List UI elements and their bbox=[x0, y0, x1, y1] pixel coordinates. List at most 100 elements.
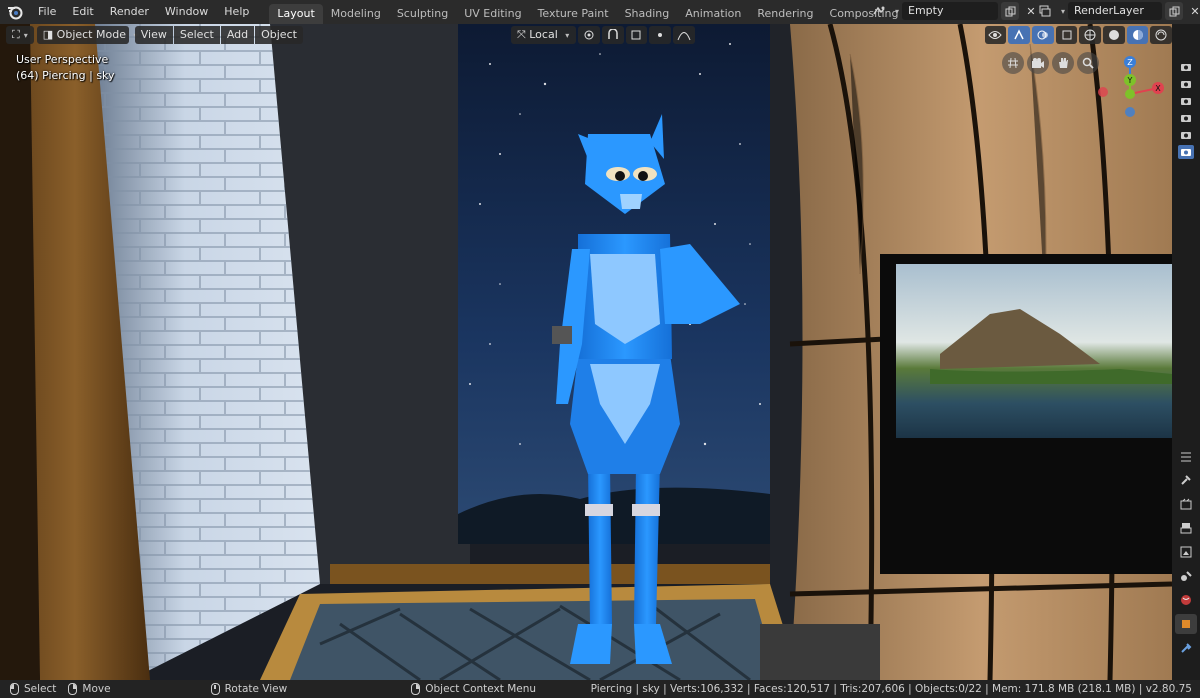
solid-shading-icon[interactable] bbox=[1103, 26, 1125, 44]
menu-render[interactable]: Render bbox=[102, 0, 157, 24]
mouse-right-icon bbox=[411, 683, 421, 695]
tab-layout[interactable]: Layout bbox=[269, 4, 323, 24]
camera-view-icon[interactable] bbox=[1027, 52, 1049, 74]
properties-tabs bbox=[1172, 446, 1200, 658]
mouse-middle-icon bbox=[210, 683, 220, 695]
menu-edit[interactable]: Edit bbox=[64, 0, 101, 24]
editor-type-button[interactable]: ⛶ ▾ bbox=[6, 26, 34, 44]
object-menu[interactable]: Object bbox=[255, 26, 303, 44]
tab-texture-paint[interactable]: Texture Paint bbox=[530, 4, 617, 24]
tab-animation[interactable]: Animation bbox=[677, 4, 749, 24]
chevron-down-icon: ▾ bbox=[895, 6, 900, 16]
rendered-shading-icon[interactable] bbox=[1150, 26, 1172, 44]
toggle-perspective-icon[interactable] bbox=[1002, 52, 1024, 74]
editor-type-icon: ⛶ bbox=[12, 28, 20, 41]
orientation-icon: ⤧ bbox=[516, 28, 526, 41]
output-properties-icon[interactable] bbox=[1175, 518, 1197, 538]
transform-orientation-label: Local bbox=[529, 28, 558, 41]
camera-icon[interactable] bbox=[1178, 60, 1194, 74]
status-select-label: Select bbox=[24, 683, 57, 695]
scene-statistics: Piercing | sky | Verts:106,332 | Faces:1… bbox=[590, 683, 1192, 695]
copy-view-layer-icon[interactable] bbox=[1165, 2, 1184, 20]
add-menu[interactable]: Add bbox=[220, 26, 255, 44]
mode-dropdown[interactable]: ◨ Object Mode ▾ bbox=[36, 26, 137, 44]
mode-label: Object Mode bbox=[56, 28, 126, 41]
view-layer-icon[interactable] bbox=[1036, 2, 1054, 20]
camera-icon-active[interactable] bbox=[1178, 145, 1194, 159]
status-rotate: Rotate View bbox=[210, 683, 288, 695]
snap-icon[interactable] bbox=[601, 26, 624, 44]
active-tool-icon[interactable] bbox=[1175, 470, 1197, 490]
status-context: Object Context Menu bbox=[411, 683, 536, 695]
navigation-gizmo[interactable]: Z Y X bbox=[1090, 52, 1170, 142]
view-menu[interactable]: View bbox=[134, 26, 173, 44]
pan-hand-icon[interactable] bbox=[1052, 52, 1074, 74]
xray-toggle-icon[interactable] bbox=[1055, 26, 1078, 44]
gizmo-z-label: Z bbox=[1127, 58, 1133, 67]
view-layer-selector: ▾ RenderLayer ✕ bbox=[1036, 2, 1200, 20]
close-view-layer-icon[interactable]: ✕ bbox=[1186, 2, 1200, 20]
tab-rendering[interactable]: Rendering bbox=[749, 4, 821, 24]
tab-shading[interactable]: Shading bbox=[617, 4, 678, 24]
pivot-point-icon[interactable] bbox=[578, 26, 600, 44]
camera-icon[interactable] bbox=[1178, 94, 1194, 108]
falloff-icon[interactable] bbox=[672, 26, 695, 44]
chevron-down-icon: ▾ bbox=[1061, 6, 1066, 16]
status-bar: Select Move Rotate View Object Context M… bbox=[0, 680, 1200, 698]
status-select: Select bbox=[10, 683, 56, 695]
menu-help[interactable]: Help bbox=[216, 0, 257, 24]
mouse-right-icon bbox=[68, 683, 78, 695]
tab-modeling[interactable]: Modeling bbox=[323, 4, 389, 24]
gizmo-neg-z-axis[interactable] bbox=[1125, 107, 1135, 117]
gizmo-x-label: X bbox=[1155, 84, 1161, 93]
scene-selector: ▾ Empty ✕ bbox=[870, 2, 1040, 20]
gizmo-neg-x-axis[interactable] bbox=[1098, 87, 1108, 97]
menu-file[interactable]: File bbox=[30, 0, 64, 24]
camera-icon[interactable] bbox=[1178, 77, 1194, 91]
material-shading-icon[interactable] bbox=[1126, 26, 1149, 44]
view-layer-properties-icon[interactable] bbox=[1175, 542, 1197, 562]
mouse-left-icon bbox=[10, 683, 19, 695]
camera-icon[interactable] bbox=[1178, 111, 1194, 125]
snap-element-icon[interactable] bbox=[625, 26, 648, 44]
chevron-down-icon: ▾ bbox=[565, 31, 570, 40]
scene-render bbox=[0, 24, 1172, 680]
tab-uv-editing[interactable]: UV Editing bbox=[456, 4, 529, 24]
view-layer-field[interactable]: RenderLayer bbox=[1068, 2, 1163, 20]
overlays-toggle-icon[interactable] bbox=[1031, 26, 1054, 44]
transform-orientation-dropdown[interactable]: ⤧ Local ▾ bbox=[510, 26, 577, 44]
3d-viewport[interactable]: ⛶▾ ◨ Object Mode ▾ View Select Add Objec… bbox=[0, 24, 1172, 680]
viewport-info: User Perspective (64) Piercing | sky bbox=[16, 52, 115, 84]
tab-sculpting[interactable]: Sculpting bbox=[389, 4, 456, 24]
object-mode-icon: ◨ bbox=[42, 28, 54, 41]
status-rotate-label: Rotate View bbox=[224, 683, 288, 695]
status-context-label: Object Context Menu bbox=[425, 683, 537, 695]
status-move: Move bbox=[68, 683, 111, 695]
gizmo-neg-y-axis[interactable] bbox=[1125, 89, 1135, 99]
select-menu[interactable]: Select bbox=[173, 26, 220, 44]
blender-logo-icon[interactable] bbox=[4, 1, 26, 23]
gizmo-y-label: Y bbox=[1127, 76, 1133, 85]
gizmo-toggle-icon[interactable] bbox=[1008, 26, 1030, 44]
world-properties-icon[interactable] bbox=[1175, 590, 1197, 610]
chevron-down-icon: ▾ bbox=[23, 31, 28, 40]
camera-icon[interactable] bbox=[1178, 128, 1194, 142]
scene-name-field[interactable]: Empty bbox=[902, 2, 999, 20]
render-properties-icon[interactable] bbox=[1175, 494, 1197, 514]
proportional-edit-icon[interactable] bbox=[649, 26, 671, 44]
scene-properties-icon[interactable] bbox=[1175, 566, 1197, 586]
wireframe-shading-icon[interactable] bbox=[1079, 26, 1102, 44]
modifier-properties-icon[interactable] bbox=[1175, 638, 1197, 658]
tool-settings-icon[interactable] bbox=[1175, 446, 1197, 466]
copy-scene-icon[interactable] bbox=[1001, 2, 1020, 20]
scene-icon[interactable] bbox=[870, 2, 888, 20]
top-bar: File Edit Render Window Help Layout Mode… bbox=[0, 0, 1200, 24]
status-move-label: Move bbox=[82, 683, 111, 695]
menu-window[interactable]: Window bbox=[157, 0, 216, 24]
viewport-header: ⛶▾ ◨ Object Mode ▾ View Select Add Objec… bbox=[0, 24, 1172, 46]
perspective-label: User Perspective bbox=[16, 53, 109, 66]
camera-icon-strip bbox=[1174, 60, 1198, 159]
object-info-label: (64) Piercing | sky bbox=[16, 69, 115, 82]
object-properties-icon[interactable] bbox=[1175, 614, 1197, 634]
visibility-icon[interactable] bbox=[984, 26, 1007, 44]
